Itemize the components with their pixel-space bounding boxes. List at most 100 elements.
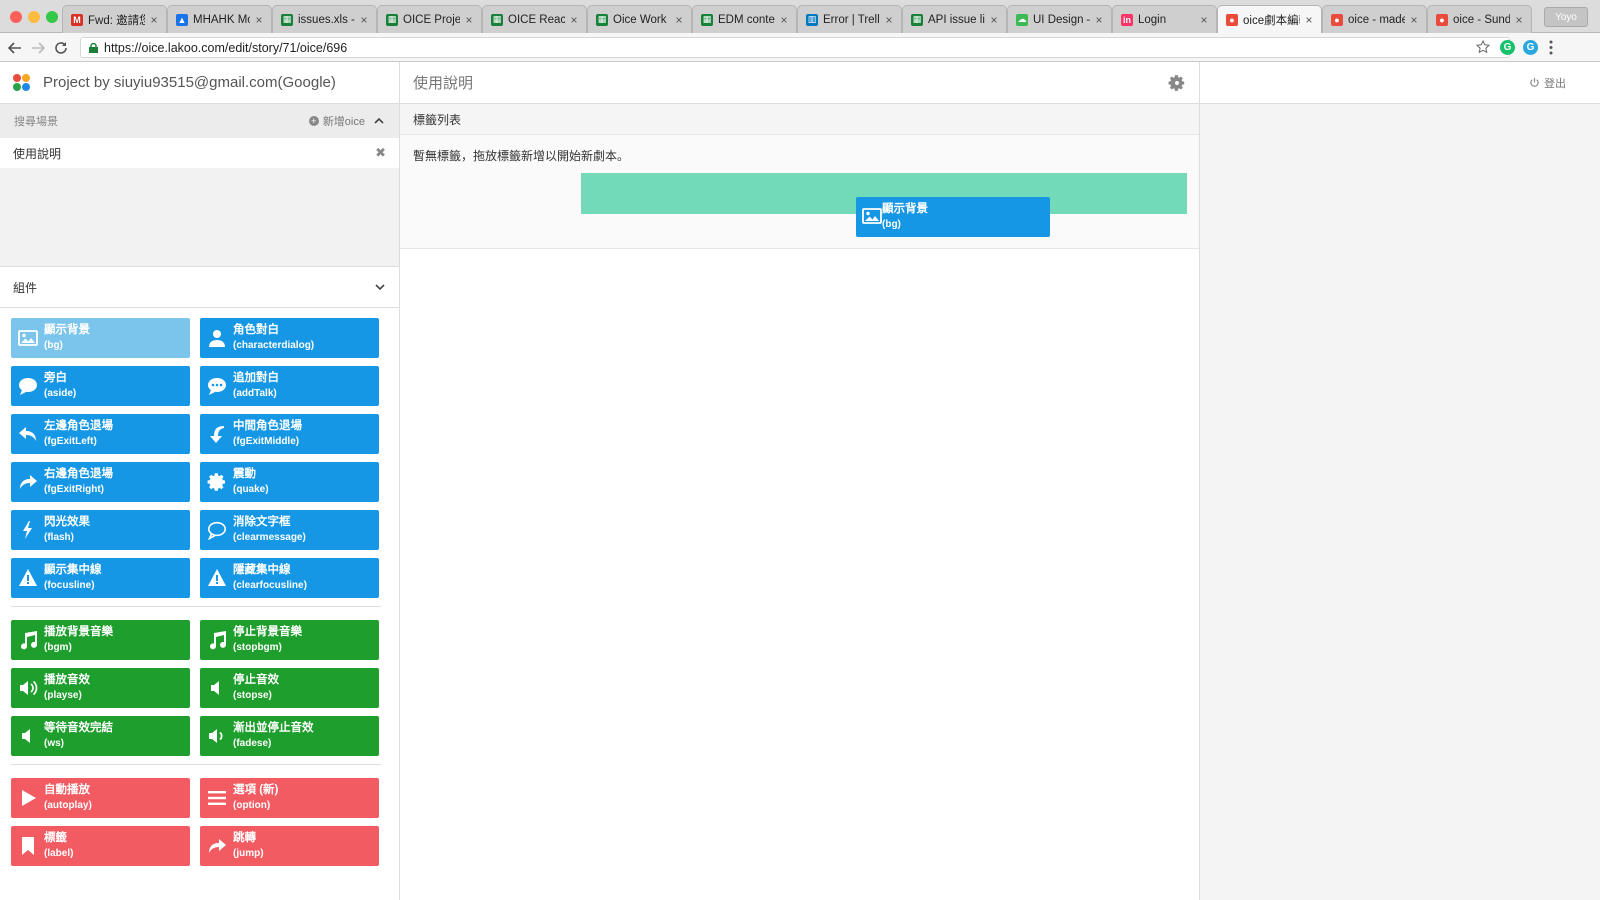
component-block-addtalk[interactable]: 追加對白 (addTalk): [200, 366, 379, 406]
component-block-fgexitmiddle[interactable]: 中間角色退場 (fgExitMiddle): [200, 414, 379, 454]
close-tab-icon[interactable]: ×: [1408, 13, 1420, 27]
close-tab-icon[interactable]: ×: [358, 13, 370, 27]
browser-tab[interactable]: ▲ MHAHK Mob×: [167, 5, 272, 33]
browser-tab[interactable]: ● oice - made ×: [1322, 5, 1427, 33]
close-tab-icon[interactable]: ×: [463, 13, 475, 27]
component-block-stopbgm[interactable]: 停止背景音樂 (stopbgm): [200, 620, 379, 660]
browser-tab[interactable]: ▦ OICE React D×: [482, 5, 587, 33]
component-block-aside[interactable]: 旁白 (aside): [11, 366, 190, 406]
tab-title: Error | Trello: [823, 13, 880, 26]
block-code: (clearmessage): [233, 532, 306, 543]
browser-tab[interactable]: ▦ EDM content×: [692, 5, 797, 33]
browser-tab[interactable]: ● oice劇本編輯×: [1217, 5, 1322, 33]
browser-tab[interactable]: ● oice - Sunda×: [1427, 5, 1532, 33]
scene-list: 使用說明 ✖: [0, 138, 399, 266]
scene-item[interactable]: 使用說明 ✖: [0, 138, 399, 168]
forward-arrow-icon[interactable]: [28, 38, 48, 58]
browser-tab[interactable]: ▦ API issue list×: [902, 5, 1007, 33]
back-arrow-icon[interactable]: [5, 38, 25, 58]
components-header[interactable]: 組件: [0, 266, 399, 308]
component-block-fadese[interactable]: 漸出並停止音效 (fadese): [200, 716, 379, 756]
browser-tab[interactable]: ▦ OICE Project×: [377, 5, 482, 33]
reload-icon[interactable]: [51, 38, 71, 58]
chevron-up-icon[interactable]: [373, 115, 385, 127]
block-code: (playse): [44, 690, 82, 701]
close-tab-icon[interactable]: ×: [1513, 13, 1525, 27]
gear-icon[interactable]: [1168, 74, 1186, 92]
block-code: (characterdialog): [233, 340, 315, 351]
music-note-icon: [17, 629, 39, 651]
add-oice-button[interactable]: + 新增oice: [308, 113, 365, 129]
block-name: 隱藏集中線: [233, 564, 291, 576]
block-name: 中間角色退場: [233, 420, 302, 432]
window-close-button[interactable]: [10, 11, 22, 23]
close-tab-icon[interactable]: ×: [1198, 13, 1210, 27]
component-block-fgexitleft[interactable]: 左邊角色退場 (fgExitLeft): [11, 414, 190, 454]
block-code: (bg): [44, 340, 63, 351]
component-block-playse[interactable]: 播放音效 (playse): [11, 668, 190, 708]
browser-tabs: MFwd: 邀請您×▲MHAHK Mob×▦issues.xls - Goo×▦…: [62, 5, 1532, 33]
tab-title: Login: [1138, 13, 1167, 26]
sheets-icon: ▦: [281, 13, 293, 26]
tab-title: UI Design – I: [1033, 13, 1090, 26]
sheets-icon: ▦: [596, 13, 608, 26]
component-block-bg[interactable]: 顯示背景 (bg): [11, 318, 190, 358]
block-code: (flash): [44, 532, 74, 543]
close-tab-icon[interactable]: ×: [673, 13, 685, 27]
delete-scene-icon[interactable]: ✖: [375, 145, 386, 161]
close-tab-icon[interactable]: ×: [1093, 13, 1105, 27]
block-name: 顯示集中線: [44, 564, 102, 576]
browser-tab[interactable]: ☁ UI Design – I×: [1007, 5, 1112, 33]
chevron-down-icon[interactable]: [374, 281, 386, 293]
block-name: 播放音效: [44, 674, 90, 686]
close-tab-icon[interactable]: ×: [778, 13, 790, 27]
browser-menu-icon[interactable]: [1549, 40, 1553, 55]
component-block-clearmessage[interactable]: 消除文字框 (clearmessage): [200, 510, 379, 550]
component-block-fgexitright[interactable]: 右邊角色退場 (fgExitRight): [11, 462, 190, 502]
dots-bubble-icon: [206, 375, 228, 397]
block-code: (quake): [233, 484, 269, 495]
oice-icon: ●: [1436, 13, 1448, 26]
block-code: (stopbgm): [233, 642, 282, 653]
url-text: https://oice.lakoo.com/edit/story/71/oic…: [104, 40, 348, 55]
extension-icon[interactable]: G: [1523, 40, 1538, 55]
browser-profile-chip[interactable]: Yoyo: [1544, 7, 1588, 27]
close-tab-icon[interactable]: ×: [148, 13, 160, 27]
group-divider: [11, 606, 381, 607]
component-block-bgm[interactable]: 播放背景音樂 (bgm): [11, 620, 190, 660]
close-tab-icon[interactable]: ×: [988, 13, 1000, 27]
browser-tab[interactable]: in Login ×: [1112, 5, 1217, 33]
component-block-label[interactable]: 標籤 (label): [11, 826, 190, 866]
component-block-characterdialog[interactable]: 角色對白 (characterdialog): [200, 318, 379, 358]
dragging-block-bg[interactable]: 顯示背景 (bg): [856, 197, 1050, 237]
block-code: (bg): [882, 219, 901, 230]
browser-tab[interactable]: ▦ Oice Work Re×: [587, 5, 692, 33]
component-block-ws[interactable]: 等待音效完結 (ws): [11, 716, 190, 756]
component-block-option[interactable]: 選項 (新) (option): [200, 778, 379, 818]
component-block-flash[interactable]: 閃光效果 (flash): [11, 510, 190, 550]
window-zoom-button[interactable]: [46, 11, 58, 23]
block-code: (fgExitRight): [44, 484, 104, 495]
close-tab-icon[interactable]: ×: [1303, 13, 1315, 27]
component-block-focusline[interactable]: 顯示集中線 (focusline): [11, 558, 190, 598]
tab-title: issues.xls - Goo: [298, 13, 355, 26]
browser-tab[interactable]: ▥ Error | Trello ×: [797, 5, 902, 33]
scene-search-input[interactable]: 搜尋場景: [14, 113, 309, 129]
url-input[interactable]: https://oice.lakoo.com/edit/story/71/oic…: [80, 37, 1510, 58]
close-tab-icon[interactable]: ×: [568, 13, 580, 27]
close-tab-icon[interactable]: ×: [253, 13, 265, 27]
component-block-clearfocusline[interactable]: 隱藏集中線 (clearfocusline): [200, 558, 379, 598]
cloud-icon: ☁: [1016, 13, 1028, 26]
grammarly-extension-icon[interactable]: G: [1500, 40, 1515, 55]
component-block-quake[interactable]: 震動 (quake): [200, 462, 379, 502]
browser-tab-bar: MFwd: 邀請您×▲MHAHK Mob×▦issues.xls - Goo×▦…: [0, 0, 1600, 33]
close-tab-icon[interactable]: ×: [883, 13, 895, 27]
component-block-stopse[interactable]: 停止音效 (stopse): [200, 668, 379, 708]
star-icon[interactable]: [1476, 40, 1490, 54]
window-minimize-button[interactable]: [28, 11, 40, 23]
logout-button[interactable]: 登出: [1529, 75, 1566, 91]
component-block-autoplay[interactable]: 自動播放 (autoplay): [11, 778, 190, 818]
component-block-jump[interactable]: 跳轉 (jump): [200, 826, 379, 866]
browser-tab[interactable]: M Fwd: 邀請您 ×: [62, 5, 167, 33]
browser-tab[interactable]: ▦ issues.xls - Goo×: [272, 5, 377, 33]
